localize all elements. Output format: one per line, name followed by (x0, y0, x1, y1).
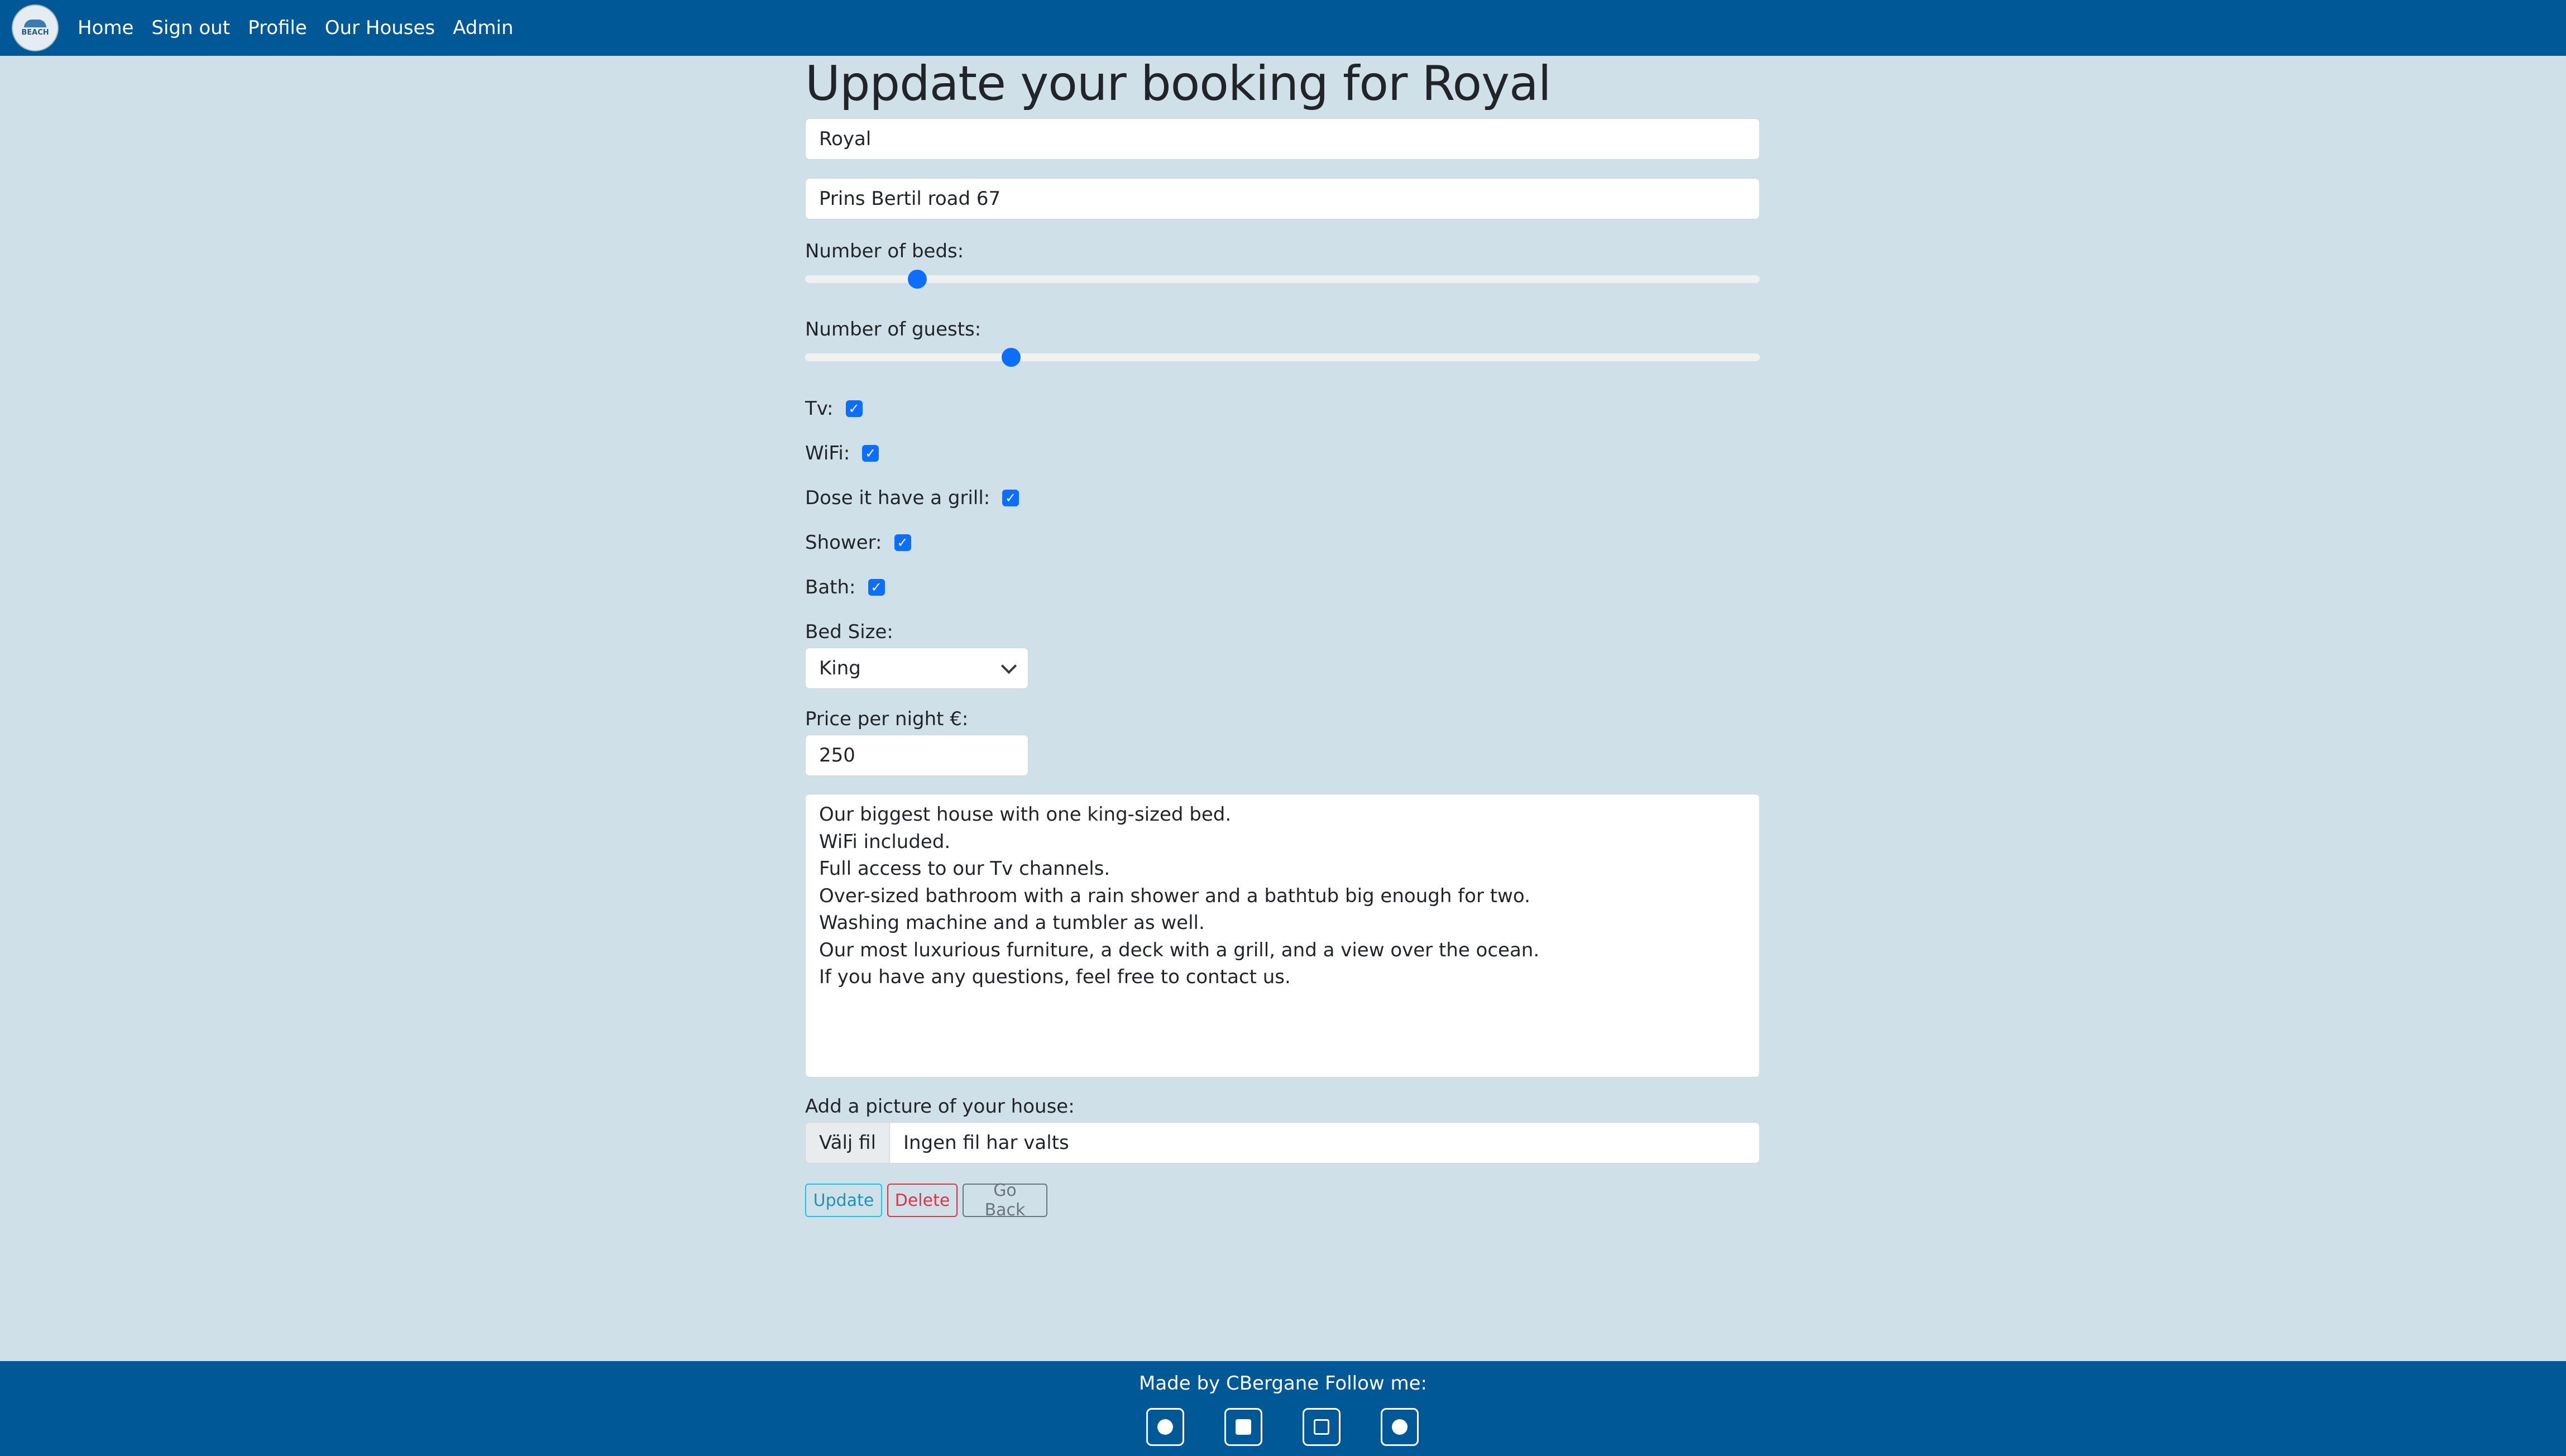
go-back-button[interactable]: Go Back (963, 1181, 1047, 1220)
footer: Made by CBergane Follow me: (0, 1361, 2566, 1456)
wifi-option: WiFi: ✓ (805, 442, 879, 464)
nav-profile-link[interactable]: Profile (248, 17, 307, 39)
nav-links: Home Sign out Profile Our Houses Admin (78, 17, 532, 39)
description-line: If you have any questions, feel free to … (819, 966, 1291, 988)
site-logo[interactable]: BEACH (12, 4, 59, 51)
beds-label: Number of beds: (805, 240, 964, 262)
bed-size-label: Bed Size: (805, 621, 893, 643)
wifi-checkbox[interactable]: ✓ (862, 445, 879, 462)
bath-label: Bath: (805, 576, 856, 598)
nav-our-houses-link[interactable]: Our Houses (325, 17, 435, 39)
github-icon[interactable] (1381, 1408, 1419, 1446)
picture-label: Add a picture of your house: (805, 1095, 1075, 1118)
house-name-input[interactable]: Royal (805, 118, 1760, 160)
guests-slider[interactable] (805, 348, 1760, 367)
description-line: Washing machine and a tumbler as well. (819, 912, 1205, 934)
wifi-label: WiFi: (805, 442, 850, 464)
bed-size-value: King (819, 657, 861, 679)
beds-slider[interactable] (805, 270, 1760, 289)
description-textarea[interactable]: Our biggest house with one king-sized be… (805, 794, 1760, 1077)
tv-option: Tv: ✓ (805, 397, 863, 420)
grill-label: Dose it have a grill: (805, 487, 990, 509)
shower-label: Shower: (805, 531, 882, 554)
description-line: WiFi included. (819, 830, 951, 853)
beds-slider-thumb[interactable] (908, 270, 927, 289)
description-line: Our most luxurious furniture, a deck wit… (819, 938, 1540, 961)
price-input[interactable]: 250 (805, 735, 1028, 776)
guests-slider-thumb[interactable] (1001, 348, 1021, 367)
wave-icon (24, 19, 46, 27)
description-line: Over-sized bathroom with a rain shower a… (819, 884, 1530, 907)
shower-checkbox[interactable]: ✓ (894, 534, 911, 551)
grill-checkbox[interactable]: ✓ (1002, 490, 1019, 506)
navbar: BEACH Home Sign out Profile Our Houses A… (0, 0, 2566, 56)
bed-size-select[interactable]: King (805, 648, 1028, 689)
nav-admin-link[interactable]: Admin (453, 17, 513, 39)
bath-checkbox[interactable]: ✓ (868, 579, 885, 596)
update-button[interactable]: Update (805, 1184, 882, 1217)
picture-file-input[interactable]: Välj fil Ingen fil har valts (805, 1122, 1760, 1163)
bath-option: Bath: ✓ (805, 576, 885, 598)
social-links (1146, 1408, 1459, 1446)
nav-home-link[interactable]: Home (78, 17, 133, 39)
tv-label: Tv: (805, 397, 834, 420)
address-input[interactable]: Prins Bertil road 67 (805, 178, 1760, 219)
description-line: Our biggest house with one king-sized be… (819, 803, 1232, 826)
facebook-icon[interactable] (1146, 1408, 1184, 1446)
linkedin-icon[interactable] (1224, 1408, 1262, 1446)
grill-option: Dose it have a grill: ✓ (805, 487, 1019, 509)
file-status: Ingen fil har valts (903, 1132, 1069, 1154)
page-title: Uppdate your booking for Royal (805, 56, 1552, 112)
chevron-down-icon (1000, 658, 1017, 674)
logo-text: BEACH (21, 28, 49, 37)
delete-button[interactable]: Delete (887, 1184, 958, 1217)
shower-option: Shower: ✓ (805, 531, 911, 554)
footer-text: Made by CBergane Follow me: (1139, 1372, 1427, 1395)
tv-checkbox[interactable]: ✓ (845, 400, 863, 417)
nav-sign-out-link[interactable]: Sign out (151, 17, 230, 39)
instagram-icon[interactable] (1303, 1408, 1341, 1446)
guests-label: Number of guests: (805, 318, 982, 341)
price-label: Price per night €: (805, 708, 969, 730)
description-line: Full access to our Tv channels. (819, 858, 1110, 880)
choose-file-button[interactable]: Välj fil (806, 1123, 891, 1163)
